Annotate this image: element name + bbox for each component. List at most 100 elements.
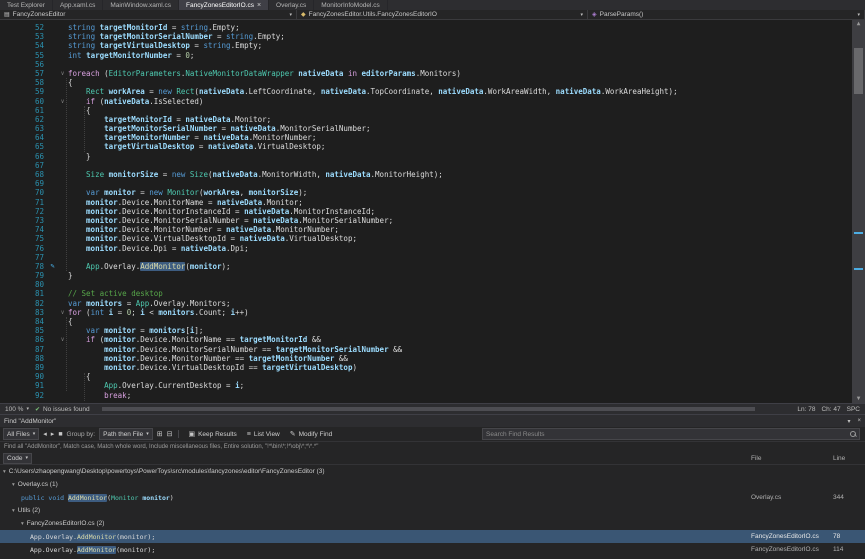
- code-line[interactable]: 69: [0, 179, 852, 188]
- code-editor[interactable]: 52string targetMonitorId = string.Empty;…: [0, 20, 865, 403]
- line-number: 55: [0, 51, 48, 60]
- tab-fancyzoneseditorio-cs[interactable]: FancyZonesEditorIO.cs×: [179, 0, 269, 10]
- next-result-icon[interactable]: ▸: [51, 430, 55, 438]
- fold-chevron-icon[interactable]: ∨: [57, 69, 68, 78]
- window-position-icon[interactable]: ▾: [847, 418, 850, 425]
- code-line[interactable]: 74monitor.Device.MonitorNumber = nativeD…: [0, 225, 852, 234]
- member-dropdown[interactable]: ◈ ParseParams() ▾: [588, 10, 865, 19]
- vertical-scrollbar[interactable]: ▲ ▼: [852, 20, 865, 403]
- line-number: 68: [0, 170, 48, 179]
- code-line[interactable]: 68Size monitorSize = new Size(nativeData…: [0, 170, 852, 179]
- code-line[interactable]: 78✎App.Overlay.AddMonitor(monitor);: [0, 262, 852, 271]
- tab-close-icon[interactable]: ×: [257, 2, 261, 9]
- code-line[interactable]: 61{: [0, 106, 852, 115]
- code-line[interactable]: 65targetVirtualDesktop = nativeData.Virt…: [0, 142, 852, 151]
- column-header-file[interactable]: File: [751, 455, 831, 462]
- line-number: 84: [0, 317, 48, 326]
- scrollbar-thumb[interactable]: [854, 48, 863, 94]
- code-line[interactable]: 76monitor.Device.Dpi = nativeData.Dpi;: [0, 244, 852, 253]
- code-line[interactable]: 53string targetMonitorSerialNumber = str…: [0, 32, 852, 41]
- whitespace-indicator[interactable]: SPC: [847, 406, 860, 413]
- panel-title-bar[interactable]: Find "AddMonitor" ▾ ×: [0, 415, 865, 427]
- scroll-down-icon[interactable]: ▼: [852, 395, 865, 403]
- line-number: 69: [0, 179, 48, 188]
- code-line[interactable]: 89monitor.Device.VirtualDesktopId == tar…: [0, 363, 852, 372]
- line-number: 86: [0, 335, 48, 344]
- code-line[interactable]: 83∨for (int i = 0; i < monitors.Count; i…: [0, 308, 852, 317]
- code-line[interactable]: 56: [0, 60, 852, 69]
- line-number: 56: [0, 60, 48, 69]
- code-line[interactable]: 63targetMonitorSerialNumber = nativeData…: [0, 124, 852, 133]
- document-health-indicator[interactable]: ✔ No issues found: [35, 406, 90, 413]
- find-result-group[interactable]: ▾C:\Users\zhaopengwang\Desktop\powertoys…: [0, 465, 865, 478]
- code-line[interactable]: 86∨if (monitor.Device.MonitorName == tar…: [0, 335, 852, 344]
- zoom-control[interactable]: 100 % ▾: [5, 406, 29, 413]
- type-dropdown[interactable]: ◆ FancyZonesEditor.Utils.FancyZonesEdito…: [297, 10, 588, 19]
- expand-arrow-icon[interactable]: ▾: [21, 521, 24, 527]
- tab-monitorinfomodel-cs[interactable]: MonitorInfoModel.cs: [314, 0, 388, 10]
- group-by-dropdown[interactable]: Path then File ▾: [99, 428, 153, 440]
- list-view-toggle[interactable]: ≡ List View: [244, 429, 283, 439]
- code-line[interactable]: 52string targetMonitorId = string.Empty;: [0, 23, 852, 32]
- member-name: ParseParams(): [600, 11, 644, 18]
- expand-arrow-icon[interactable]: ▾: [3, 469, 6, 475]
- code-line[interactable]: 82var monitors = App.Overlay.Monitors;: [0, 299, 852, 308]
- tab-app-xaml-cs[interactable]: App.xaml.cs: [53, 0, 103, 10]
- tab-test-explorer[interactable]: Test Explorer: [0, 0, 53, 10]
- result-type-filter[interactable]: Code ▾: [3, 453, 32, 464]
- keep-results-toggle[interactable]: ▣ Keep Results: [185, 429, 239, 439]
- code-line[interactable]: 54string targetVirtualDesktop = string.E…: [0, 41, 852, 50]
- code-line[interactable]: 72monitor.Device.MonitorInstanceId = nat…: [0, 207, 852, 216]
- close-icon[interactable]: ×: [857, 418, 861, 425]
- modify-find-button[interactable]: ✎ Modify Find: [287, 429, 335, 439]
- stop-search-icon[interactable]: ■: [58, 431, 62, 438]
- find-result-row[interactable]: App.Overlay.AddMonitor(monitor);FancyZon…: [0, 530, 865, 543]
- find-result-group[interactable]: ▾Overlay.cs (1): [0, 478, 865, 491]
- find-result-row[interactable]: App.Overlay.AddMonitor(monitor);FancyZon…: [0, 543, 865, 556]
- code-line[interactable]: 87monitor.Device.MonitorSerialNumber == …: [0, 345, 852, 354]
- code-line[interactable]: 79}: [0, 271, 852, 280]
- code-line[interactable]: 62targetMonitorId = nativeData.Monitor;: [0, 115, 852, 124]
- code-line[interactable]: 67: [0, 161, 852, 170]
- code-line[interactable]: 90{: [0, 372, 852, 381]
- code-line[interactable]: 88monitor.Device.MonitorNumber == target…: [0, 354, 852, 363]
- code-area: 52string targetMonitorId = string.Empty;…: [0, 23, 852, 400]
- find-result-row[interactable]: public void AddMonitor(Monitor monitor)O…: [0, 491, 865, 504]
- column-header-line[interactable]: Line: [831, 455, 865, 462]
- code-line[interactable]: 75monitor.Device.VirtualDesktopId = nati…: [0, 234, 852, 243]
- prev-result-icon[interactable]: ◂: [43, 430, 47, 438]
- fold-chevron-icon[interactable]: ∨: [57, 308, 68, 317]
- expand-arrow-icon[interactable]: ▾: [12, 482, 15, 488]
- code-line[interactable]: 92break;: [0, 391, 852, 400]
- scope-dropdown[interactable]: All Files ▾: [3, 428, 39, 440]
- code-line[interactable]: 91App.Overlay.CurrentDesktop = i;: [0, 381, 852, 390]
- code-line[interactable]: 66}: [0, 152, 852, 161]
- code-line[interactable]: 59Rect workArea = new Rect(nativeData.Le…: [0, 87, 852, 96]
- find-result-group[interactable]: ▾Utils (2): [0, 504, 865, 517]
- code-line[interactable]: 85var monitor = monitors[i];: [0, 326, 852, 335]
- code-line[interactable]: 70var monitor = new Monitor(workArea, mo…: [0, 188, 852, 197]
- code-line[interactable]: 80: [0, 280, 852, 289]
- collapse-all-icon[interactable]: ⊟: [167, 430, 173, 438]
- code-line[interactable]: 55int targetMonitorNumber = 0;: [0, 51, 852, 60]
- project-dropdown[interactable]: ▤ FancyZonesEditor ▾: [0, 10, 297, 19]
- code-line[interactable]: 60∨if (nativeData.IsSelected): [0, 97, 852, 106]
- code-line[interactable]: 84{: [0, 317, 852, 326]
- search-find-results-input[interactable]: Search Find Results: [482, 428, 860, 440]
- code-line[interactable]: 58{: [0, 78, 852, 87]
- line-number: 75: [0, 234, 48, 243]
- code-line[interactable]: 73monitor.Device.MonitorSerialNumber = n…: [0, 216, 852, 225]
- expand-arrow-icon[interactable]: ▾: [12, 508, 15, 514]
- code-line[interactable]: 71monitor.Device.MonitorName = nativeDat…: [0, 198, 852, 207]
- tab-overlay-cs[interactable]: Overlay.cs: [269, 0, 314, 10]
- tab-mainwindow-xaml-cs[interactable]: MainWindow.xaml.cs: [103, 0, 179, 10]
- code-line[interactable]: 57∨foreach (EditorParameters.NativeMonit…: [0, 69, 852, 78]
- code-line[interactable]: 64targetMonitorNumber = nativeData.Monit…: [0, 133, 852, 142]
- hscrollbar-thumb[interactable]: [102, 407, 755, 411]
- code-line[interactable]: 77: [0, 253, 852, 262]
- scroll-up-icon[interactable]: ▲: [852, 20, 865, 28]
- code-line[interactable]: 81// Set active desktop: [0, 289, 852, 298]
- horizontal-scrollbar[interactable]: [100, 406, 788, 412]
- expand-all-icon[interactable]: ⊞: [157, 430, 163, 438]
- find-result-group[interactable]: ▾FancyZonesEditorIO.cs (2): [0, 517, 865, 530]
